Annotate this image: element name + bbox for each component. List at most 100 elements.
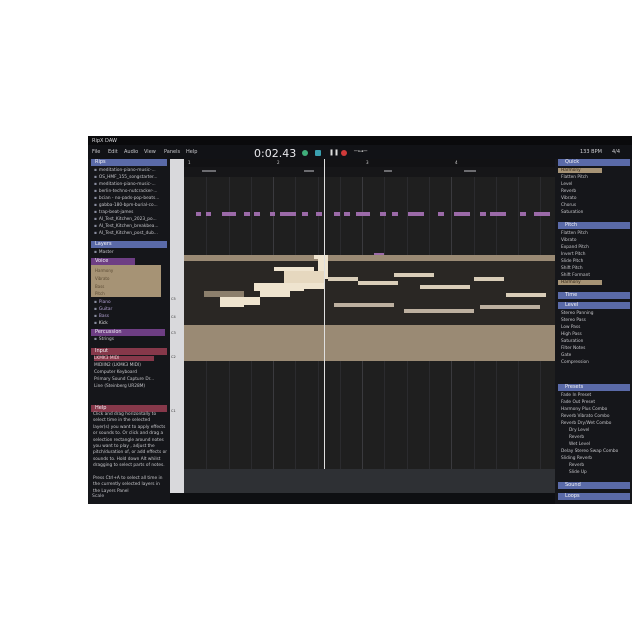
voice-note[interactable] <box>260 291 290 297</box>
preset-subitem[interactable]: Wet Level <box>569 442 590 447</box>
note[interactable] <box>244 212 250 216</box>
note-editor[interactable]: 1 2 3 4 <box>184 159 555 493</box>
menu-view[interactable]: View <box>144 149 156 155</box>
note[interactable] <box>480 212 486 216</box>
menu-panels[interactable]: Panels <box>164 149 180 155</box>
rip-item[interactable]: gabba-180-bpm-burial-co... <box>94 203 158 208</box>
quick-item-selected[interactable]: Harmony <box>558 168 602 173</box>
layer-master[interactable]: Master <box>94 250 114 255</box>
preset-item[interactable]: Sliding Reverb <box>561 456 592 461</box>
playhead[interactable] <box>324 159 325 493</box>
layer-piano[interactable]: Piano <box>94 300 111 305</box>
quick-item[interactable]: Saturation <box>561 210 583 215</box>
preset-item[interactable]: Harmony Plus Combo <box>561 407 607 412</box>
preset-item[interactable]: Reverb Dry/Wet Combo <box>561 421 611 426</box>
level-item[interactable]: Gate <box>561 353 571 358</box>
level-item[interactable]: Compression <box>561 360 589 365</box>
quick-header[interactable]: Quick <box>558 159 630 166</box>
rip-item[interactable]: meditation-piano-music-... <box>94 182 156 187</box>
quick-item[interactable]: Flatten Pitch <box>561 175 588 180</box>
note[interactable] <box>206 212 211 216</box>
speed-slider[interactable]: ─⊶─ <box>354 148 367 155</box>
bass-notes-lane[interactable] <box>184 209 555 257</box>
layer-bass[interactable]: Bass <box>94 314 109 319</box>
voice-note[interactable] <box>284 271 324 283</box>
layer-strings[interactable]: Strings <box>94 337 114 342</box>
input-item[interactable]: MIDIIN2 (LKMK3 MIDI) <box>94 363 141 368</box>
note[interactable] <box>316 212 322 216</box>
layer-guitar[interactable]: Guitar <box>94 307 112 312</box>
note[interactable] <box>334 212 340 216</box>
quick-item[interactable]: Reverb <box>561 189 576 194</box>
voice-layer-selection[interactable]: Harmony Vibrato Bass Pitch <box>91 265 161 297</box>
layers-header[interactable]: Layers <box>91 241 167 248</box>
rip-item[interactable]: AI_Test_Kitchen_breakbea... <box>94 224 159 229</box>
note[interactable] <box>344 212 350 216</box>
quick-item[interactable]: Chorus <box>561 203 576 208</box>
level-item[interactable]: Stereo Pass <box>561 318 586 323</box>
voice-note[interactable] <box>294 283 324 289</box>
time-ruler[interactable] <box>184 493 555 504</box>
note[interactable] <box>270 212 275 216</box>
presets-header[interactable]: Presets <box>558 384 630 391</box>
scale-button[interactable]: Scale <box>92 494 104 499</box>
pitch-item[interactable]: Shift Pitch <box>561 266 583 271</box>
note[interactable] <box>520 212 526 216</box>
menu-audio[interactable]: Audio <box>124 149 138 155</box>
preset-subitem[interactable]: Dry Level <box>569 428 589 433</box>
voice-note[interactable] <box>480 305 540 309</box>
rip-item[interactable]: AI_Test_Kitchen_2023_po... <box>94 217 157 222</box>
note[interactable] <box>408 212 424 216</box>
voice-note[interactable] <box>474 277 504 281</box>
note[interactable] <box>392 212 398 216</box>
preset-item[interactable]: Delay Stereo Swap Combo <box>561 449 618 454</box>
help-header[interactable]: Help <box>91 405 167 412</box>
preset-item[interactable]: Reverb Vibrato Combo <box>561 414 610 419</box>
note[interactable] <box>490 212 506 216</box>
voice-note[interactable] <box>506 293 546 297</box>
quick-item[interactable]: Vibrato <box>561 196 576 201</box>
voice-note[interactable] <box>244 297 260 305</box>
level-item[interactable]: Saturation <box>561 339 583 344</box>
voice-note[interactable] <box>220 297 244 307</box>
piano-keyboard[interactable]: C5 C4 C3 C2 C1 <box>170 159 184 493</box>
note[interactable] <box>356 212 370 216</box>
overview-strip[interactable] <box>184 469 555 493</box>
record-icon[interactable] <box>341 150 347 156</box>
note[interactable] <box>380 212 386 216</box>
preset-subitem[interactable]: Reverb <box>569 435 584 440</box>
time-signature[interactable]: 4/4 <box>612 149 620 155</box>
sound-header[interactable]: Sound <box>558 482 630 489</box>
menu-file[interactable]: File <box>92 149 100 155</box>
voice-note[interactable] <box>404 309 474 313</box>
note[interactable] <box>222 212 236 216</box>
rip-item[interactable]: trap-beat-james <box>94 210 134 215</box>
loop-icon[interactable] <box>315 150 321 156</box>
level-header[interactable]: Level <box>558 302 630 309</box>
time-header[interactable]: Time <box>558 292 630 299</box>
bpm-display[interactable]: 133 BPM <box>580 149 602 155</box>
voice-note[interactable] <box>358 281 398 285</box>
loops-header[interactable]: Loops <box>558 493 630 500</box>
input-item[interactable]: Line (Steinberg UR28M) <box>94 384 145 389</box>
menu-edit[interactable]: Edit <box>108 149 118 155</box>
voice-note[interactable] <box>328 277 358 281</box>
preset-item[interactable]: Fade In Preset <box>561 393 591 398</box>
note[interactable] <box>254 212 260 216</box>
preset-item[interactable]: Fade Out Preset <box>561 400 595 405</box>
pitch-item-selected[interactable]: Harmony <box>558 280 602 285</box>
level-item[interactable]: High Pass <box>561 332 582 337</box>
pitch-item[interactable]: Expand Pitch <box>561 245 589 250</box>
input-item[interactable]: Computer Keyboard <box>94 370 137 375</box>
note[interactable] <box>196 212 201 216</box>
preset-subitem[interactable]: Reverb <box>569 463 584 468</box>
note[interactable] <box>302 212 308 216</box>
pitch-item[interactable]: Slide Pitch <box>561 259 583 264</box>
layer-kick[interactable]: Kick <box>94 321 108 326</box>
level-item[interactable]: Stereo Panning <box>561 311 594 316</box>
pitch-item[interactable]: Shift Formant <box>561 273 590 278</box>
quick-item[interactable]: Level <box>561 182 572 187</box>
rip-item[interactable]: meditation-piano-music-... <box>94 168 156 173</box>
percussion-header[interactable]: Percussion <box>91 329 165 336</box>
note[interactable] <box>438 212 444 216</box>
